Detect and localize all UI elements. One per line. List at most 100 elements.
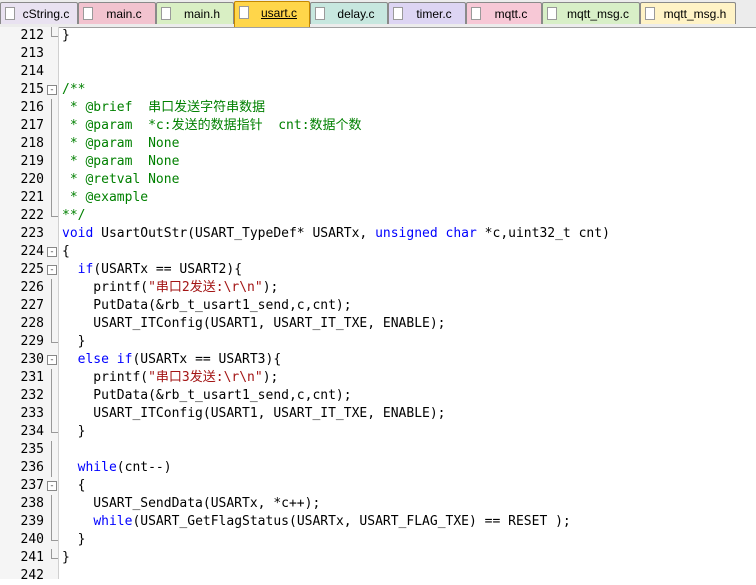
code-line[interactable]: 239 while(USART_GetFlagStatus(USARTx, US… <box>0 513 756 531</box>
tab-timer-c[interactable]: timer.c <box>388 2 466 24</box>
code-line[interactable]: 225- if(USARTx == USART2){ <box>0 261 756 279</box>
code-line[interactable]: 236 while(cnt--) <box>0 459 756 477</box>
code-line[interactable]: 228 USART_ITConfig(USART1, USART_IT_TXE,… <box>0 315 756 333</box>
line-number: 217 <box>20 118 44 133</box>
line-number: 223 <box>20 226 44 241</box>
tab-label: timer.c <box>416 7 452 21</box>
line-text: if(USARTx == USART2){ <box>62 261 242 279</box>
line-number: 238 <box>20 496 44 511</box>
tab-mqtt-c[interactable]: mqtt.c <box>466 2 542 24</box>
code-line[interactable]: 238 USART_SendData(USARTx, *c++); <box>0 495 756 513</box>
code-line[interactable]: 222 **/ <box>0 207 756 225</box>
tab-main-c[interactable]: main.c <box>78 2 156 24</box>
code-line[interactable]: 219 * @param None <box>0 153 756 171</box>
comment-token: * @param *c:发送的数据指针 cnt:数据个数 <box>62 118 362 133</box>
line-number: 239 <box>20 514 44 529</box>
fold-toggle-icon[interactable]: - <box>47 247 57 257</box>
keyword-token: if <box>77 262 94 277</box>
tab-label: delay.c <box>337 7 375 21</box>
code-line[interactable]: 229 } <box>0 333 756 351</box>
tab-usart-c[interactable]: usart.c <box>234 1 310 27</box>
keyword-token: else <box>77 352 109 367</box>
code-line[interactable]: 212} <box>0 27 756 45</box>
line-number: 227 <box>20 298 44 313</box>
code-line[interactable]: 240 } <box>0 531 756 549</box>
code-token: } <box>62 532 86 547</box>
code-line[interactable]: 234 } <box>0 423 756 441</box>
line-text: while(cnt--) <box>62 459 172 477</box>
line-text: printf("串口2发送:\r\n"); <box>62 279 278 297</box>
line-text: **/ <box>62 207 85 225</box>
line-number: 221 <box>20 190 44 205</box>
code-line[interactable]: 217 * @param *c:发送的数据指针 cnt:数据个数 <box>0 117 756 135</box>
fold-toggle-icon[interactable]: - <box>47 265 57 275</box>
code-token: USART_SendData(USARTx, *c++); <box>62 496 321 511</box>
tab-label: mqtt.c <box>494 7 528 21</box>
code-line[interactable]: 226 printf("串口2发送:\r\n"); <box>0 279 756 297</box>
keyword-token: unsigned <box>375 226 438 241</box>
code-line[interactable]: 237- { <box>0 477 756 495</box>
line-text: PutData(&rb_t_usart1_send,c,cnt); <box>62 297 351 315</box>
line-number: 222 <box>20 208 44 223</box>
line-number: 237 <box>20 478 44 493</box>
code-editor[interactable]: 212} 213 214 215-/** 216 * @brief 串口发送字符串数据 2… <box>0 27 756 583</box>
tab-mqtt_msg-c[interactable]: mqtt_msg.c <box>542 2 640 24</box>
tab-delay-c[interactable]: delay.c <box>310 2 388 24</box>
code-line[interactable]: 216 * @brief 串口发送字符串数据 <box>0 99 756 117</box>
code-line[interactable]: 231 printf("串口3发送:\r\n"); <box>0 369 756 387</box>
line-number: 232 <box>20 388 44 403</box>
comment-token: * @param None <box>62 154 180 169</box>
line-text: * @param None <box>62 135 180 153</box>
fold-toggle-icon[interactable]: - <box>47 355 57 365</box>
line-number: 240 <box>20 532 44 547</box>
line-text: USART_ITConfig(USART1, USART_IT_TXE, ENA… <box>62 405 445 423</box>
code-line[interactable]: 218 * @param None <box>0 135 756 153</box>
tab-mqtt_msg-h[interactable]: mqtt_msg.h <box>640 2 736 24</box>
code-line[interactable]: 241} <box>0 549 756 567</box>
line-number: 236 <box>20 460 44 475</box>
comment-token: * @retval None <box>62 172 180 187</box>
fold-guide <box>51 441 52 459</box>
tab-label: mqtt_msg.c <box>566 7 629 21</box>
code-line[interactable]: 221 * @example <box>0 189 756 207</box>
fold-toggle-icon[interactable]: - <box>47 481 57 491</box>
line-text: printf("串口3发送:\r\n"); <box>62 369 278 387</box>
code-line[interactable]: 233 USART_ITConfig(USART1, USART_IT_TXE,… <box>0 405 756 423</box>
code-line[interactable]: 242 <box>0 567 756 585</box>
code-line[interactable]: 220 * @retval None <box>0 171 756 189</box>
line-number: 234 <box>20 424 44 439</box>
line-text: * @example <box>62 189 148 207</box>
code-token: PutData(&rb_t_usart1_send,c,cnt); <box>62 388 352 403</box>
code-token: USART_ITConfig(USART1, USART_IT_TXE, ENA… <box>62 316 446 331</box>
code-line[interactable]: 214 <box>0 63 756 81</box>
tab-main-h[interactable]: main.h <box>156 2 234 24</box>
line-number: 216 <box>20 100 44 115</box>
code-line[interactable]: 215-/** <box>0 81 756 99</box>
code-token: printf( <box>62 280 149 295</box>
code-line[interactable]: 213 <box>0 45 756 63</box>
code-line[interactable]: 235 <box>0 441 756 459</box>
fold-guide <box>51 117 52 135</box>
code-line[interactable]: 224-{ <box>0 243 756 261</box>
fold-guide <box>51 405 52 423</box>
code-token: ); <box>262 370 279 385</box>
fold-guide <box>51 513 52 531</box>
line-text: else if(USARTx == USART3){ <box>62 351 282 369</box>
fold-guide-end <box>51 423 58 433</box>
fold-guide <box>51 99 52 117</box>
tab-label: cString.c <box>22 7 70 21</box>
fold-guide <box>51 171 52 189</box>
code-line[interactable]: 230- else if(USARTx == USART3){ <box>0 351 756 369</box>
tab-cString-c[interactable]: cString.c <box>0 2 78 24</box>
code-line[interactable]: 232 PutData(&rb_t_usart1_send,c,cnt); <box>0 387 756 405</box>
line-number: 233 <box>20 406 44 421</box>
code-line[interactable]: 223 void UsartOutStr(USART_TypeDef* USART… <box>0 225 756 243</box>
line-number: 228 <box>20 316 44 331</box>
fold-toggle-icon[interactable]: - <box>47 85 57 95</box>
line-number: 213 <box>20 46 44 61</box>
code-line[interactable]: 227 PutData(&rb_t_usart1_send,c,cnt); <box>0 297 756 315</box>
